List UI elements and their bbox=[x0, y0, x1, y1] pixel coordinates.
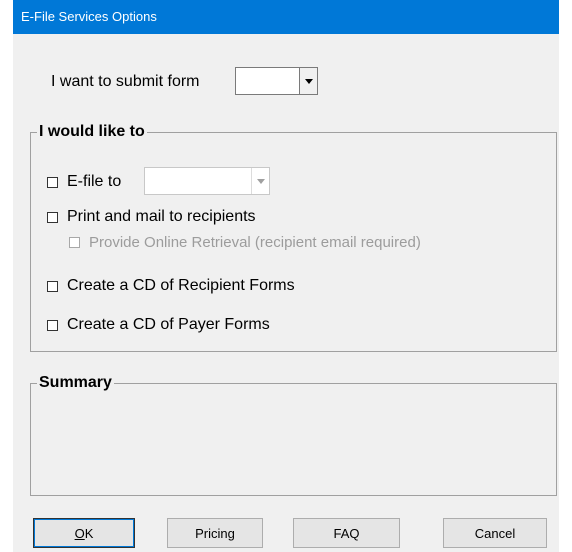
online-retrieval-checkbox[interactable] bbox=[69, 236, 80, 248]
ok-button[interactable]: OK bbox=[33, 518, 135, 548]
cancel-button-label: Cancel bbox=[474, 525, 516, 541]
cancel-button[interactable]: Cancel bbox=[443, 518, 547, 548]
cd-recipient-option-row: Create a CD of Recipient Forms bbox=[47, 276, 295, 296]
dialog-title: E-File Services Options bbox=[21, 9, 157, 24]
summary-group-legend: Summary bbox=[37, 374, 114, 392]
online-retrieval-label: Provide Online Retrieval (recipient emai… bbox=[89, 233, 421, 251]
pricing-button[interactable]: Pricing bbox=[167, 518, 263, 548]
submit-form-label: I want to submit form bbox=[51, 73, 200, 90]
submit-form-dropdown[interactable] bbox=[235, 67, 318, 95]
efile-options-dialog: E-File Services Options I want to submit… bbox=[13, 0, 559, 552]
chevron-down-icon bbox=[256, 178, 265, 184]
print-mail-option-row: Print and mail to recipients bbox=[47, 207, 256, 227]
efile-checkbox[interactable] bbox=[47, 176, 58, 188]
efile-target-dropdown[interactable] bbox=[144, 167, 270, 195]
efile-target-dropdown-button[interactable] bbox=[251, 168, 269, 194]
cd-payer-option-row: Create a CD of Payer Forms bbox=[47, 315, 270, 335]
efile-label: E-file to bbox=[67, 173, 122, 190]
ok-button-label: OK bbox=[74, 525, 94, 541]
cd-payer-label: Create a CD of Payer Forms bbox=[67, 316, 270, 333]
summary-groupbox bbox=[30, 383, 557, 496]
print-mail-label: Print and mail to recipients bbox=[67, 208, 256, 225]
dialog-title-bar[interactable]: E-File Services Options bbox=[13, 0, 559, 34]
online-retrieval-option-row: Provide Online Retrieval (recipient emai… bbox=[69, 232, 421, 252]
print-mail-checkbox[interactable] bbox=[47, 211, 58, 223]
cd-recipient-checkbox[interactable] bbox=[47, 280, 58, 292]
chevron-down-icon bbox=[304, 78, 313, 84]
options-group-legend: I would like to bbox=[37, 123, 147, 141]
pricing-button-label: Pricing bbox=[195, 525, 235, 541]
cd-payer-checkbox[interactable] bbox=[47, 319, 58, 331]
faq-button-label: FAQ bbox=[333, 525, 360, 541]
efile-option-row: E-file to bbox=[47, 172, 121, 192]
faq-button[interactable]: FAQ bbox=[293, 518, 400, 548]
submit-form-dropdown-button[interactable] bbox=[299, 68, 317, 94]
cd-recipient-label: Create a CD of Recipient Forms bbox=[67, 277, 295, 294]
